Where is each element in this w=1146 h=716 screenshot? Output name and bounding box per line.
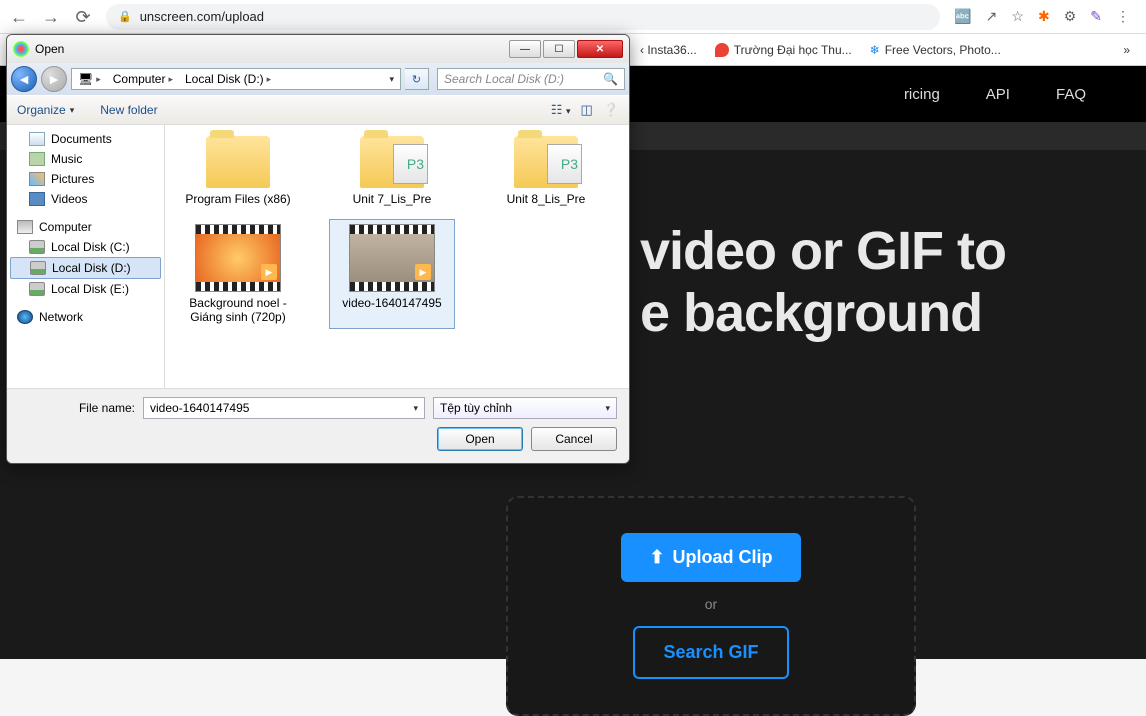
bookmark-item[interactable]: Trường Đại học Thu...	[715, 43, 852, 57]
app-icon	[13, 41, 29, 57]
crumb-disk[interactable]: Local Disk (D:)▸	[179, 69, 277, 89]
ext-icon-1[interactable]: ✱	[1038, 8, 1050, 25]
maximize-button[interactable]: ☐	[543, 40, 575, 58]
refresh-button[interactable]: ↻	[405, 68, 429, 90]
filename-label: File name:	[19, 401, 135, 415]
search-icon: 🔍	[603, 72, 618, 86]
star-icon[interactable]: ☆	[1011, 8, 1024, 25]
file-item-folder[interactable]: Unit 7_Lis_Pre	[329, 131, 455, 211]
computer-icon	[17, 220, 33, 234]
folder-icon	[360, 136, 424, 188]
or-divider: or	[705, 596, 717, 612]
search-field[interactable]: Search Local Disk (D:) 🔍	[437, 68, 625, 90]
hero-line1: video or GIF to	[640, 221, 1006, 281]
music-icon	[29, 152, 45, 166]
tree-item-videos[interactable]: Videos	[7, 189, 164, 209]
extension-icons: 🔤 ↗ ☆ ✱ ⚙ ✎ ⋮	[954, 8, 1136, 25]
file-item-folder[interactable]: Program Files (x86)	[175, 131, 301, 211]
file-item-video[interactable]: ▶Background noel - Giáng sinh (720p)	[175, 219, 301, 329]
pictures-icon	[29, 172, 45, 186]
nav-pricing[interactable]: ricing	[904, 86, 940, 103]
videos-icon	[29, 192, 45, 206]
forward-button[interactable]: →	[42, 8, 60, 26]
video-thumb-icon: ▶	[195, 224, 281, 292]
nav-faq[interactable]: FAQ	[1056, 86, 1086, 103]
upload-clip-button[interactable]: ⬆ Upload Clip	[621, 533, 800, 582]
file-grid[interactable]: Program Files (x86) Unit 7_Lis_Pre Unit …	[165, 125, 629, 388]
file-item-folder[interactable]: Unit 8_Lis_Pre	[483, 131, 609, 211]
menu-icon[interactable]: ⋮	[1116, 8, 1130, 25]
upload-icon: ⬆	[649, 547, 664, 568]
tree-item-network[interactable]: Network	[7, 307, 164, 327]
search-gif-button[interactable]: Search GIF	[633, 626, 788, 679]
chevron-down-icon: ▾	[605, 403, 610, 414]
back-button[interactable]: ←	[10, 8, 28, 26]
disk-icon	[30, 261, 46, 275]
close-button[interactable]: ✕	[577, 40, 623, 58]
nav-forward-button[interactable]: ►	[41, 66, 67, 92]
tree-item-drive-e[interactable]: Local Disk (E:)	[7, 279, 164, 299]
bookmark-item[interactable]: ❄Free Vectors, Photo...	[870, 43, 1001, 57]
tree-item-computer[interactable]: Computer	[7, 217, 164, 237]
bookmark-favicon: ❄	[870, 43, 880, 57]
upload-card: ⬆ Upload Clip or Search GIF	[506, 496, 916, 716]
open-button[interactable]: Open	[437, 427, 523, 451]
computer-icon: 🖥	[78, 72, 93, 86]
network-icon	[17, 310, 33, 324]
dialog-titlebar[interactable]: Open — ☐ ✕	[7, 35, 629, 63]
bookmark-item[interactable]: ‹ Insta36...	[640, 43, 697, 57]
nav-back-button[interactable]: ◄	[11, 66, 37, 92]
help-button[interactable]: ❔	[603, 102, 619, 118]
dialog-footer: File name: video-1640147495▾ Tệp tùy chỉ…	[7, 388, 629, 463]
browser-toolbar: ← → ⟳ 🔒 unscreen.com/upload 🔤 ↗ ☆ ✱ ⚙ ✎ …	[0, 0, 1146, 34]
url-text: unscreen.com/upload	[140, 9, 264, 24]
tree-item-drive-d[interactable]: Local Disk (D:)	[10, 257, 161, 279]
folder-icon	[514, 136, 578, 188]
breadcrumb-bar[interactable]: 🖥▸ Computer▸ Local Disk (D:)▸ ▾	[71, 68, 401, 90]
view-menu[interactable]: ☷ ▾	[551, 102, 571, 118]
nav-tree: Documents Music Pictures Videos Computer…	[7, 125, 165, 388]
cancel-button[interactable]: Cancel	[531, 427, 617, 451]
ext-icon-2[interactable]: ⚙	[1064, 8, 1077, 25]
folder-icon	[206, 136, 270, 188]
ext-icon-3[interactable]: ✎	[1090, 8, 1102, 25]
crumb-dropdown[interactable]: ▾	[383, 74, 400, 85]
tree-item-pictures[interactable]: Pictures	[7, 169, 164, 189]
organize-menu[interactable]: Organize ▾	[17, 103, 74, 117]
chevron-down-icon[interactable]: ▾	[413, 403, 418, 414]
crumb-computer[interactable]: Computer▸	[107, 69, 179, 89]
address-bar[interactable]: 🔒 unscreen.com/upload	[106, 4, 940, 30]
file-item-video-selected[interactable]: ▶video-1640147495	[329, 219, 455, 329]
bookmark-overflow[interactable]: »	[1123, 43, 1130, 57]
pin-icon	[715, 43, 729, 57]
dialog-body: Documents Music Pictures Videos Computer…	[7, 125, 629, 388]
dialog-toolbar: Organize ▾ New folder ☷ ▾ ◫ ❔	[7, 95, 629, 125]
hero-line2: e background	[640, 283, 982, 343]
crumb-root[interactable]: 🖥▸	[72, 69, 107, 89]
dialog-nav: ◄ ► 🖥▸ Computer▸ Local Disk (D:)▸ ▾ ↻ Se…	[7, 63, 629, 95]
filetype-filter[interactable]: Tệp tùy chỉnh▾	[433, 397, 617, 419]
tree-item-documents[interactable]: Documents	[7, 129, 164, 149]
documents-icon	[29, 132, 45, 146]
tree-item-music[interactable]: Music	[7, 149, 164, 169]
new-folder-button[interactable]: New folder	[100, 103, 157, 117]
dialog-title: Open	[35, 42, 64, 56]
lock-icon: 🔒	[118, 10, 132, 23]
translate-icon[interactable]: 🔤	[954, 8, 971, 25]
share-icon[interactable]: ↗	[986, 8, 998, 25]
preview-pane-button[interactable]: ◫	[581, 102, 593, 118]
filename-input[interactable]: video-1640147495▾	[143, 397, 425, 419]
disk-icon	[29, 240, 45, 254]
video-thumb-icon: ▶	[349, 224, 435, 292]
minimize-button[interactable]: —	[509, 40, 541, 58]
tree-item-drive-c[interactable]: Local Disk (C:)	[7, 237, 164, 257]
disk-icon	[29, 282, 45, 296]
file-open-dialog: Open — ☐ ✕ ◄ ► 🖥▸ Computer▸ Local Disk (…	[6, 34, 630, 464]
nav-api[interactable]: API	[986, 86, 1010, 103]
search-placeholder: Search Local Disk (D:)	[444, 72, 564, 86]
reload-button[interactable]: ⟳	[74, 8, 92, 26]
